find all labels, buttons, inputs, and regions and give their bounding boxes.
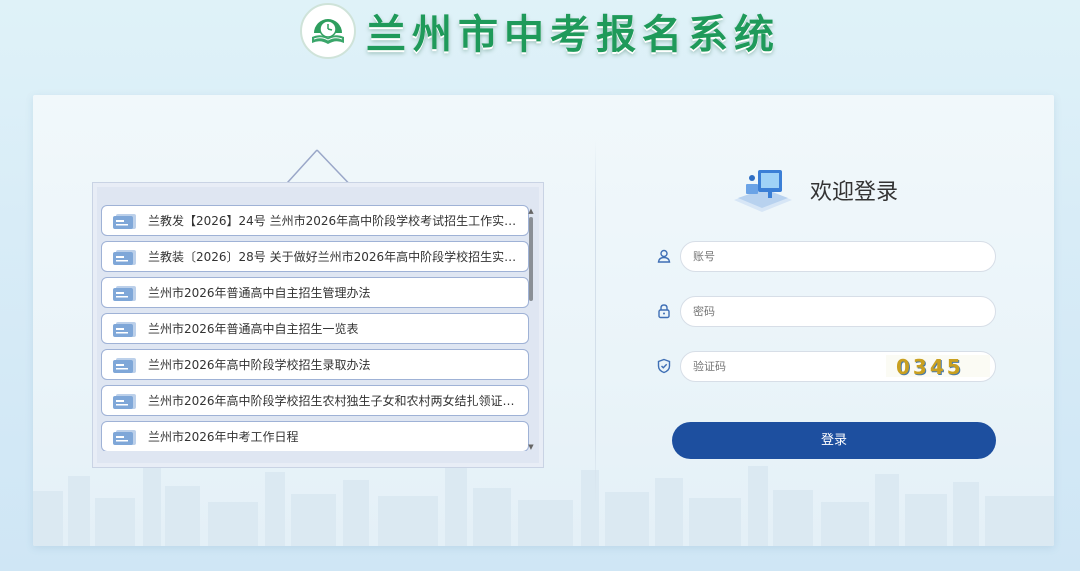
document-icon (113, 285, 136, 301)
password-row (656, 295, 996, 327)
password-input[interactable] (680, 295, 996, 327)
notice-board: 兰教发【2026】24号 兰州市2026年高中阶段学校考试招生工作实施… 兰教装… (92, 182, 544, 468)
login-title: 欢迎登录 (810, 180, 899, 205)
scroll-thumb[interactable] (529, 217, 533, 301)
account-input[interactable] (680, 240, 996, 272)
notice-item[interactable]: 兰州市2026年高中阶段学校招生录取办法 (101, 349, 529, 380)
site-title: 兰州市中考报名系统 (366, 12, 780, 58)
login-button[interactable]: 登录 (672, 422, 996, 459)
document-icon (113, 357, 136, 373)
document-icon (113, 249, 136, 265)
captcha-image[interactable]: 0345 (886, 354, 990, 379)
document-icon (113, 213, 136, 229)
user-icon (657, 249, 671, 263)
notice-item[interactable]: 兰州市2026年普通高中自主招生管理办法 (101, 277, 529, 308)
notice-item[interactable]: 兰教装〔2026〕28号 关于做好兰州市2026年高中阶段学校招生实验… (101, 241, 529, 272)
login-card: 兰教发【2026】24号 兰州市2026年高中阶段学校考试招生工作实施… 兰教装… (33, 95, 1054, 546)
captcha-field-wrapper: 0345 (680, 350, 996, 382)
shield-icon (657, 358, 671, 374)
notice-title: 兰教装〔2026〕28号 关于做好兰州市2026年高中阶段学校招生实验… (148, 250, 520, 264)
page-header: 兰州市中考报名系统 (0, 0, 1080, 62)
login-header: 欢迎登录 (728, 160, 928, 220)
scroll-up-icon[interactable]: ▲ (527, 207, 535, 215)
notice-item[interactable]: 兰州市2026年中考工作日程 (101, 421, 529, 451)
captcha-code: 0345 (896, 354, 964, 379)
notice-title: 兰州市2026年高中阶段学校招生录取办法 (148, 358, 371, 372)
notice-item[interactable]: 兰教发【2026】24号 兰州市2026年高中阶段学校考试招生工作实施… (101, 205, 529, 236)
panel-divider (595, 140, 596, 505)
notice-scrollbar[interactable]: ▲ ▼ (527, 207, 535, 451)
notice-title: 兰州市2026年普通高中自主招生一览表 (148, 322, 359, 336)
notice-item[interactable]: 兰州市2026年高中阶段学校招生农村独生子女和农村两女结扎领证… (101, 385, 529, 416)
notice-title: 兰州市2026年中考工作日程 (148, 430, 299, 444)
scroll-down-icon[interactable]: ▼ (527, 443, 535, 451)
notice-item[interactable]: 兰州市2026年普通高中自主招生一览表 (101, 313, 529, 344)
logo-icon (300, 3, 356, 59)
captcha-row: 0345 (656, 350, 996, 382)
notice-title: 兰教发【2026】24号 兰州市2026年高中阶段学校考试招生工作实施… (148, 214, 520, 228)
document-icon (113, 321, 136, 337)
account-row (656, 240, 996, 272)
notice-title: 兰州市2026年普通高中自主招生管理办法 (148, 286, 371, 300)
notice-title: 兰州市2026年高中阶段学校招生农村独生子女和农村两女结扎领证… (148, 394, 515, 408)
document-icon (113, 429, 136, 445)
lock-icon (658, 304, 670, 319)
notice-list[interactable]: 兰教发【2026】24号 兰州市2026年高中阶段学校考试招生工作实施… 兰教装… (101, 205, 529, 451)
computer-login-illustration (734, 170, 792, 212)
document-icon (113, 393, 136, 409)
